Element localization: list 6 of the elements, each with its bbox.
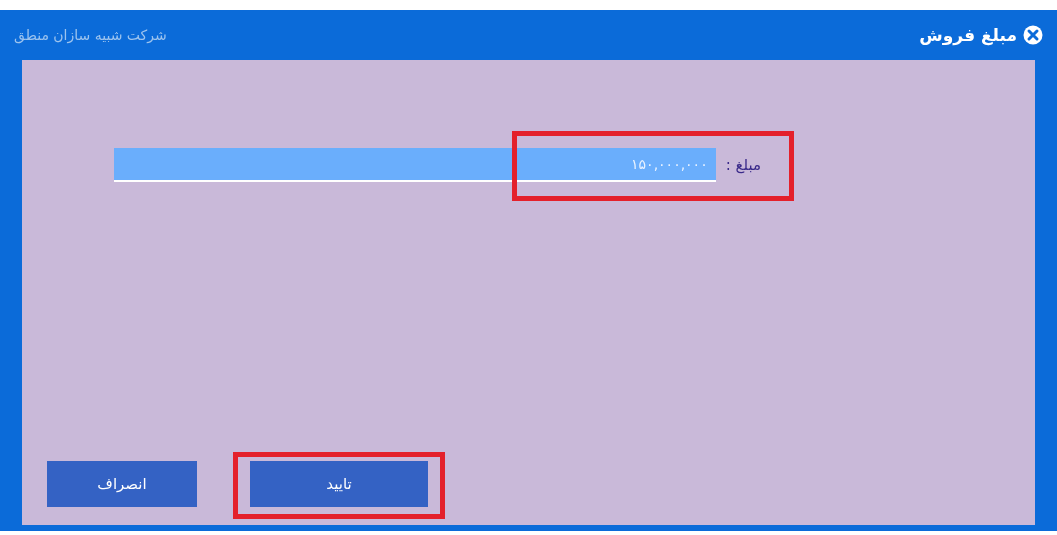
close-icon[interactable] xyxy=(1023,25,1043,45)
cancel-button[interactable]: انصراف xyxy=(47,461,197,507)
confirm-button[interactable]: تایید xyxy=(250,461,428,507)
company-name: شرکت شبیه سازان منطق xyxy=(14,27,167,43)
amount-label: مبلغ : xyxy=(725,156,761,174)
window-title: مبلغ فروش xyxy=(919,25,1017,45)
